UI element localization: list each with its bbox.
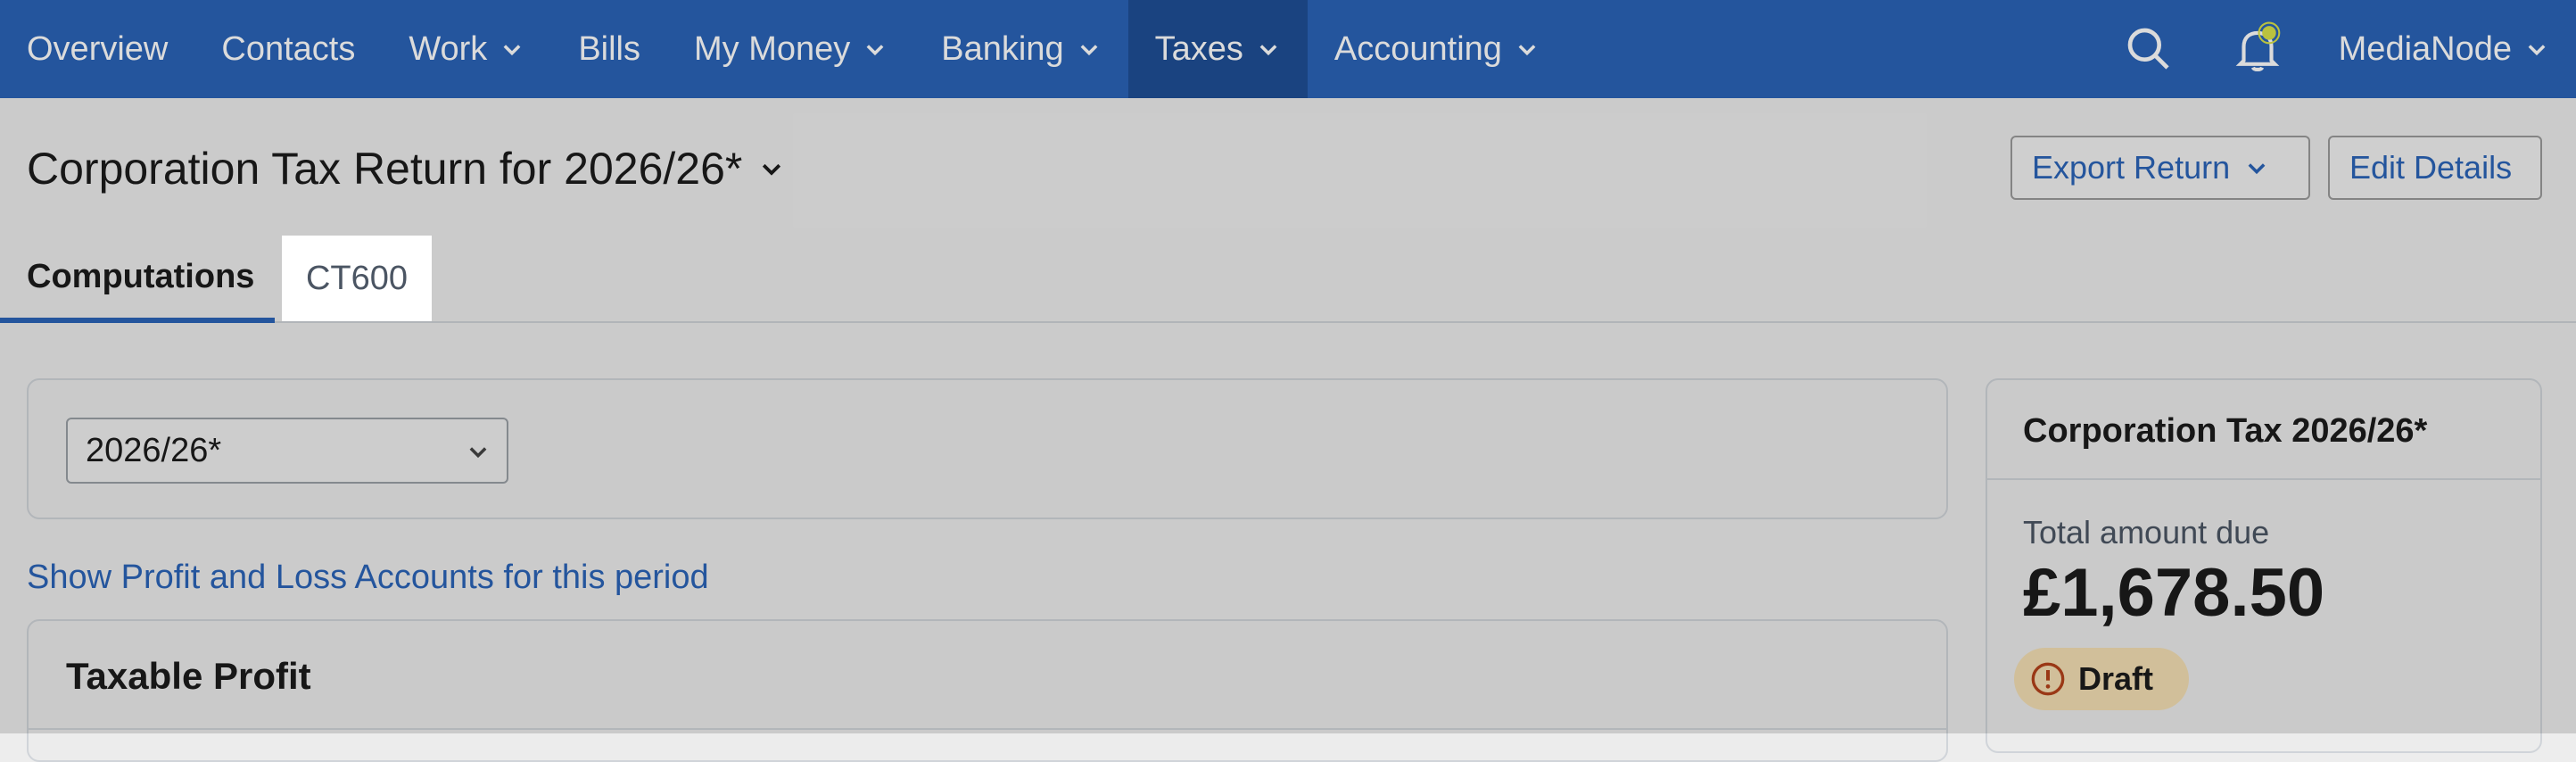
taxable-profit-heading: Taxable Profit bbox=[66, 655, 311, 697]
chevron-down-icon bbox=[1259, 45, 1277, 56]
status-badge: Draft bbox=[2014, 648, 2189, 710]
chevron-down-icon bbox=[763, 163, 781, 176]
nav-items: Overview Contacts Work Bills My Money Ba… bbox=[0, 0, 1566, 98]
chevron-down-icon bbox=[2248, 163, 2266, 175]
period-card: 2026/26* bbox=[27, 378, 1948, 519]
nav-right: MediaNode bbox=[2121, 0, 2576, 98]
chevron-down-icon bbox=[1518, 45, 1536, 56]
search-button[interactable] bbox=[2121, 21, 2176, 77]
edit-details-button[interactable]: Edit Details bbox=[2328, 136, 2542, 200]
nav-item-work[interactable]: Work bbox=[382, 0, 551, 98]
chevron-down-icon bbox=[1080, 45, 1098, 56]
chevron-down-icon bbox=[2528, 45, 2546, 56]
show-pl-accounts-link[interactable]: Show Profit and Loss Accounts for this p… bbox=[27, 559, 709, 597]
user-menu[interactable]: MediaNode bbox=[2339, 30, 2549, 69]
tab-ct600[interactable]: CT600 bbox=[282, 236, 432, 321]
notifications-button[interactable] bbox=[2230, 21, 2285, 77]
nav-item-bills[interactable]: Bills bbox=[551, 0, 667, 98]
alert-icon bbox=[2031, 662, 2065, 696]
tabs-divider bbox=[0, 321, 2576, 323]
period-select[interactable]: 2026/26* bbox=[66, 418, 508, 484]
total-amount-label: Total amount due bbox=[2023, 514, 2270, 551]
bell-icon bbox=[2235, 21, 2280, 72]
chevron-down-icon bbox=[469, 447, 487, 459]
page-title[interactable]: Corporation Tax Return for 2026/26* bbox=[27, 143, 785, 195]
chevron-down-icon bbox=[866, 45, 884, 56]
nav-item-taxes[interactable]: Taxes bbox=[1127, 0, 1308, 98]
export-return-button[interactable]: Export Return bbox=[2010, 136, 2310, 200]
nav-item-my-money[interactable]: My Money bbox=[667, 0, 914, 98]
tax-summary-title: Corporation Tax 2026/26* bbox=[2023, 412, 2428, 450]
nav-item-contacts[interactable]: Contacts bbox=[194, 0, 382, 98]
divider bbox=[1987, 478, 2540, 480]
tax-summary-card: Corporation Tax 2026/26* Total amount du… bbox=[1986, 378, 2542, 753]
tab-computations[interactable]: Computations bbox=[0, 236, 275, 323]
nav-item-overview[interactable]: Overview bbox=[0, 0, 194, 98]
nav-item-banking[interactable]: Banking bbox=[914, 0, 1127, 98]
total-amount-value: £1,678.50 bbox=[2023, 555, 2325, 631]
chevron-down-icon bbox=[503, 45, 521, 56]
search-icon bbox=[2127, 28, 2169, 70]
nav-item-accounting[interactable]: Accounting bbox=[1308, 0, 1566, 98]
divider bbox=[29, 728, 1946, 730]
top-nav: Overview Contacts Work Bills My Money Ba… bbox=[0, 0, 2576, 98]
taxable-profit-card: Taxable Profit bbox=[27, 619, 1948, 762]
